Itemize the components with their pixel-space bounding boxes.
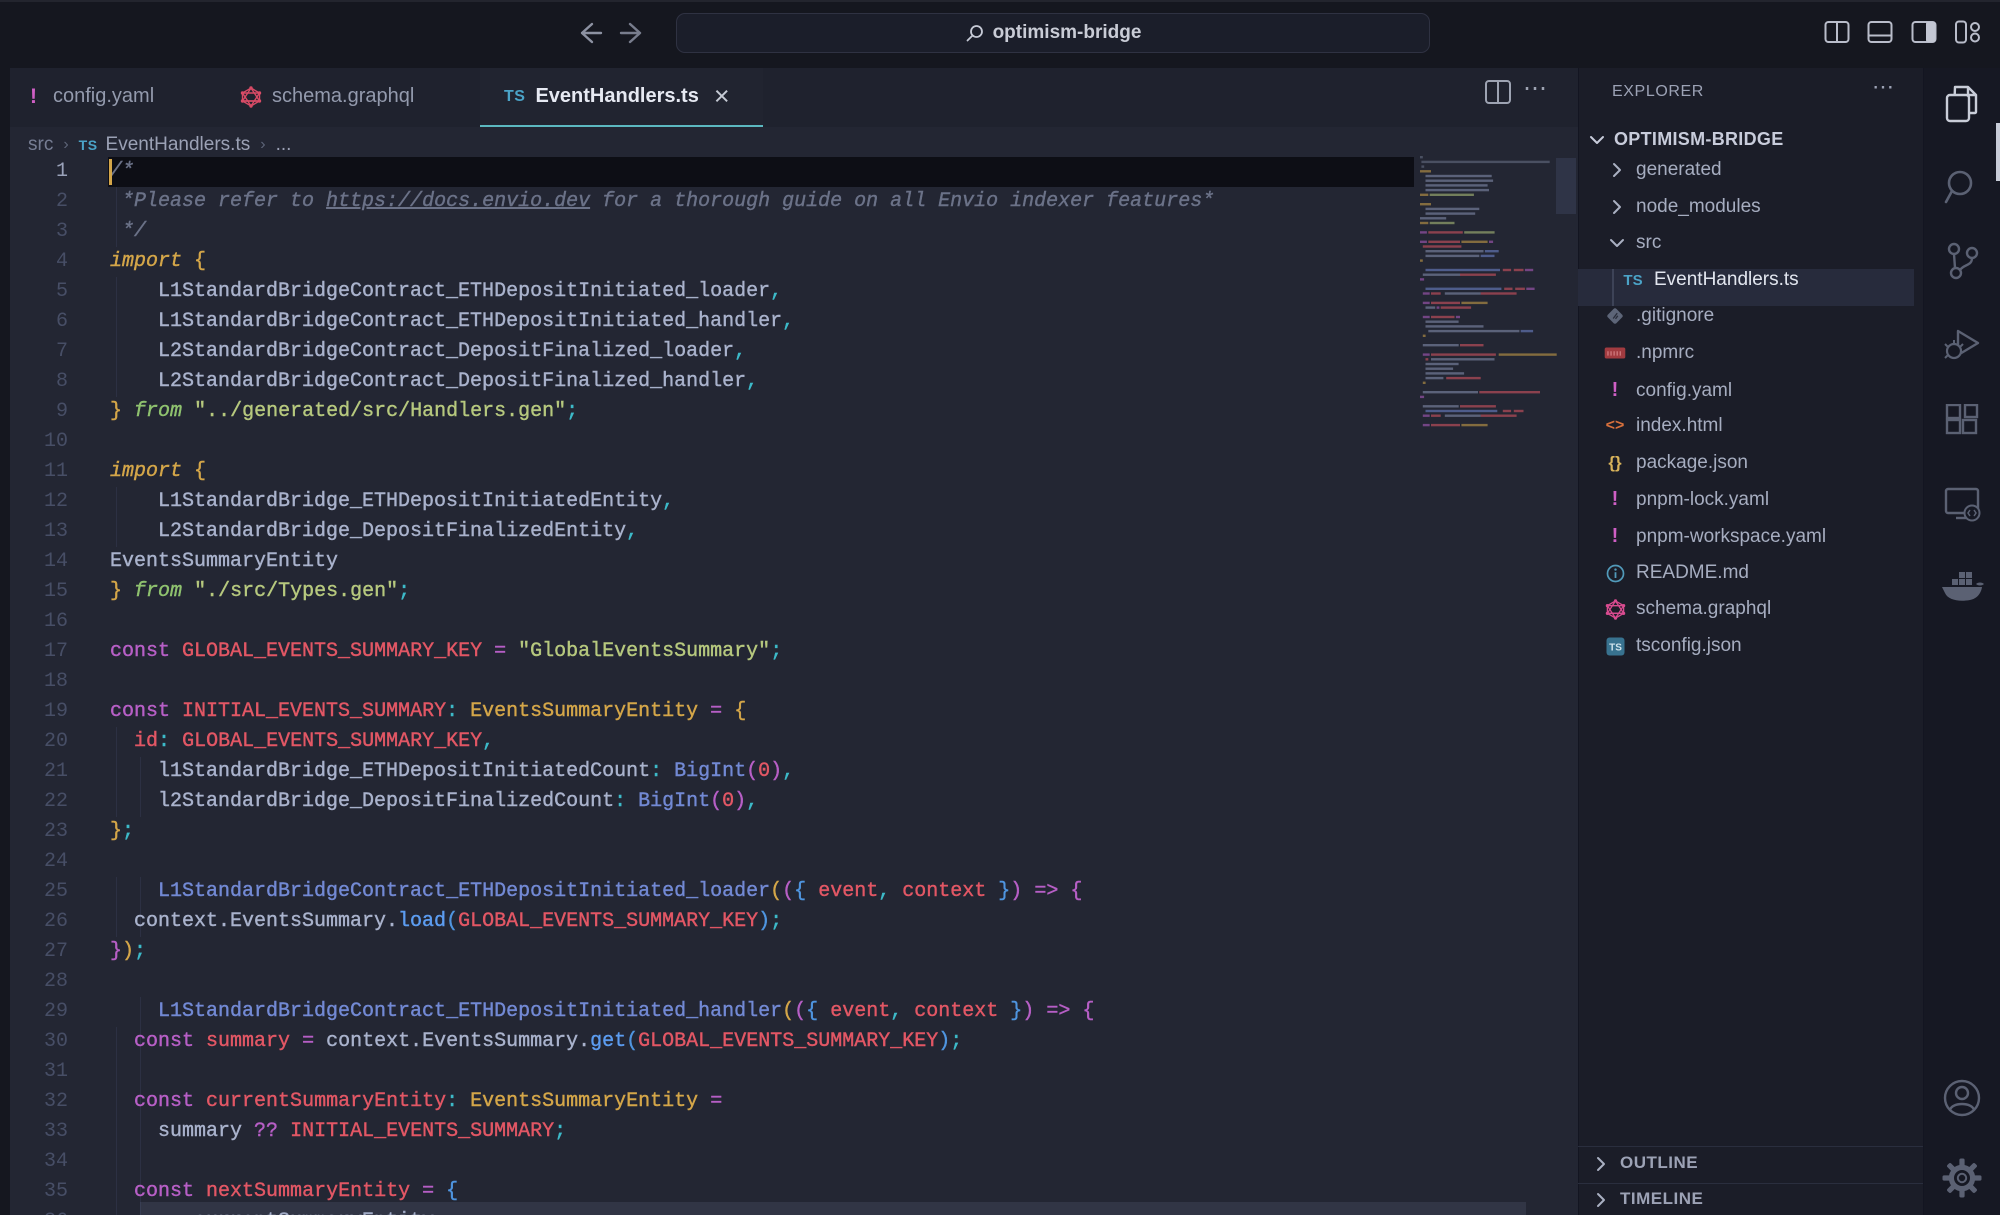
svg-text:TS: TS [1609,642,1622,653]
